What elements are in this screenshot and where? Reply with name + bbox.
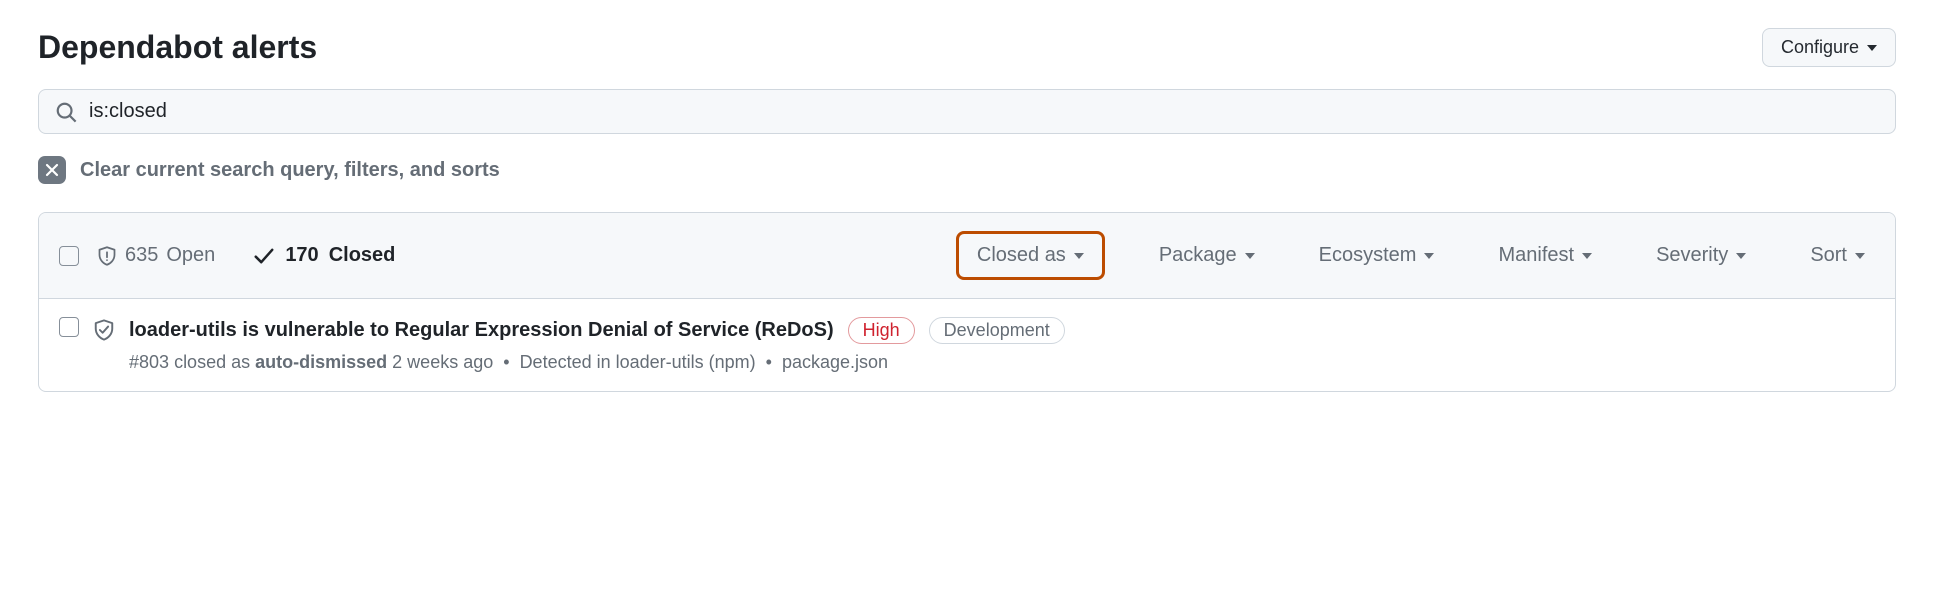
filter-package-label: Package	[1159, 244, 1237, 267]
filter-closed-as-label: Closed as	[977, 244, 1066, 267]
closed-label: Closed	[329, 244, 396, 267]
filter-sort-label: Sort	[1810, 244, 1847, 267]
closed-count: 170	[285, 244, 318, 267]
alert-id: #803	[129, 352, 169, 372]
open-label: Open	[166, 244, 215, 267]
page-title: Dependabot alerts	[38, 29, 317, 66]
chevron-down-icon	[1580, 244, 1592, 267]
alert-checkbox[interactable]	[59, 317, 79, 337]
search-field[interactable]	[38, 89, 1896, 134]
filter-manifest-label: Manifest	[1498, 244, 1574, 267]
shield-alert-icon	[97, 246, 117, 266]
filter-severity-label: Severity	[1656, 244, 1728, 267]
closed-tab[interactable]: 170 Closed	[253, 244, 395, 267]
filter-ecosystem[interactable]: Ecosystem	[1309, 238, 1445, 273]
alert-meta: #803 closed as auto-dismissed 2 weeks ag…	[129, 352, 1875, 373]
alert-time: 2 weeks ago	[392, 352, 493, 372]
configure-label: Configure	[1781, 37, 1859, 58]
filter-manifest[interactable]: Manifest	[1488, 238, 1602, 273]
clear-filters-label: Clear current search query, filters, and…	[80, 159, 500, 182]
close-icon[interactable]	[38, 156, 66, 184]
filter-ecosystem-label: Ecosystem	[1319, 244, 1417, 267]
chevron-down-icon	[1422, 244, 1434, 267]
filter-sort[interactable]: Sort	[1800, 238, 1875, 273]
chevron-down-icon	[1243, 244, 1255, 267]
filter-package[interactable]: Package	[1149, 238, 1265, 273]
alert-row: loader-utils is vulnerable to Regular Ex…	[39, 299, 1895, 391]
chevron-down-icon	[1853, 244, 1865, 267]
filter-closed-as[interactable]: Closed as	[956, 231, 1105, 280]
severity-badge: High	[848, 317, 915, 344]
search-icon	[55, 101, 77, 123]
check-icon	[253, 245, 275, 267]
select-all-checkbox[interactable]	[59, 246, 79, 266]
alerts-list: 635 Open 170 Closed Closed as Package Ec	[38, 212, 1896, 392]
open-count: 635	[125, 244, 158, 267]
list-toolbar: 635 Open 170 Closed Closed as Package Ec	[39, 213, 1895, 299]
filter-group: Closed as Package Ecosystem Manifest Sev…	[896, 231, 1875, 280]
open-tab[interactable]: 635 Open	[97, 244, 215, 267]
alert-manifest: package.json	[782, 352, 888, 372]
chevron-down-icon	[1865, 37, 1877, 58]
clear-filters-link[interactable]: Clear current search query, filters, and…	[38, 156, 1896, 184]
chevron-down-icon	[1734, 244, 1746, 267]
alert-closed-as-prefix: closed as	[174, 352, 250, 372]
alert-status: auto-dismissed	[255, 352, 387, 372]
chevron-down-icon	[1072, 244, 1084, 267]
alert-title-link[interactable]: loader-utils is vulnerable to Regular Ex…	[129, 319, 834, 342]
shield-check-icon	[93, 319, 115, 341]
alert-detected-in: Detected in loader-utils (npm)	[520, 352, 756, 372]
configure-button[interactable]: Configure	[1762, 28, 1896, 67]
filter-severity[interactable]: Severity	[1646, 238, 1756, 273]
search-input[interactable]	[89, 100, 1879, 123]
scope-badge: Development	[929, 317, 1065, 344]
